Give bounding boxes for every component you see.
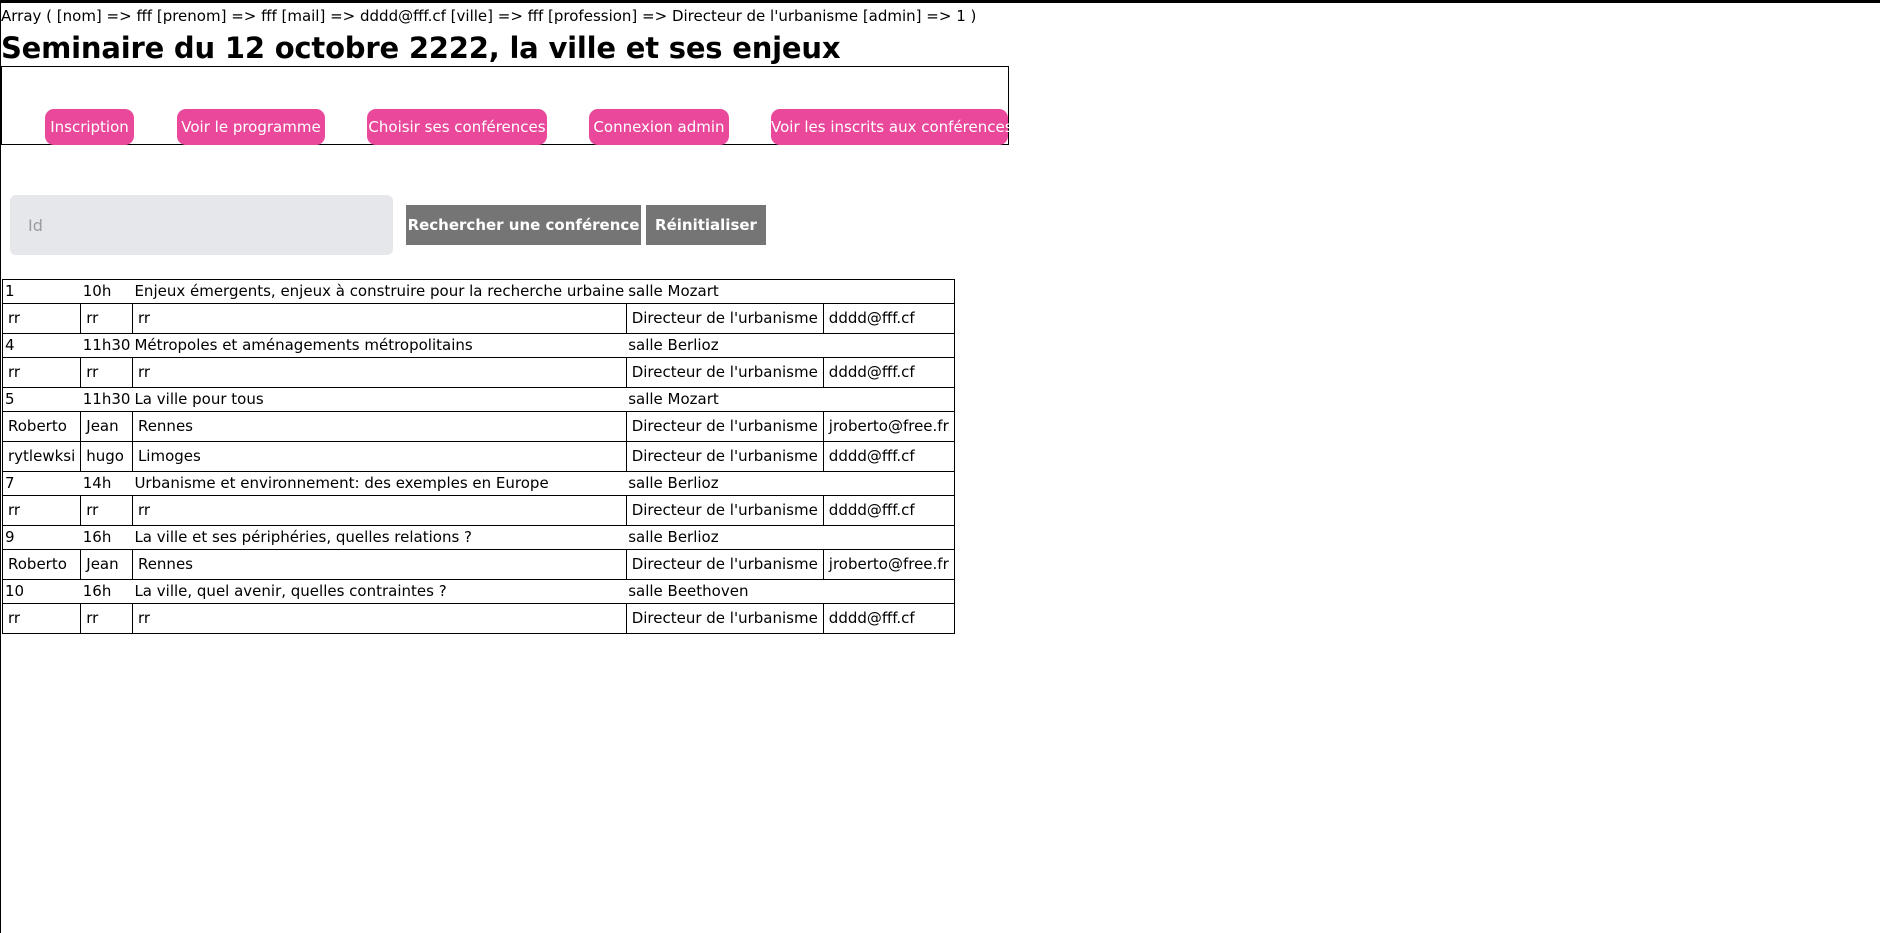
participant-mail: dddd@fff.cf	[822, 603, 955, 634]
conference-row: 4 11h30 Métropoles et aménagements métropo…	[2, 333, 955, 358]
conference-room: salle Mozart	[628, 390, 719, 408]
participant-profession: Directeur de l'urbanisme	[625, 549, 824, 580]
participant-mail: dddd@fff.cf	[822, 441, 955, 472]
participant-mail: dddd@fff.cf	[822, 495, 955, 526]
conference-room: salle Mozart	[628, 282, 719, 300]
participant-mail: jroberto@free.fr	[822, 411, 955, 442]
conference-id: 4	[5, 336, 15, 354]
conference-row: 10 16h La ville, quel avenir, quelles cont…	[2, 579, 955, 604]
participant-row: rr rr rr Directeur de l'urbanisme dddd@fff.c…	[1, 303, 955, 334]
participant-nom: rr	[1, 603, 82, 634]
search-input[interactable]	[10, 195, 393, 255]
participant-ville: rr	[131, 357, 627, 388]
participant-nom: rr	[1, 495, 82, 526]
conference-title: Enjeux émergents, enjeux à construire po…	[134, 282, 625, 300]
conference-time: 16h	[82, 582, 112, 600]
participant-prenom: Jean	[80, 549, 133, 580]
conference-id: 1	[5, 282, 15, 300]
conference-time: 14h	[82, 474, 112, 492]
conference-row: 1 10h Enjeux émergents, enjeux à construir…	[2, 279, 955, 304]
connexion-admin-button[interactable]: Connexion admin	[589, 109, 729, 145]
conference-title: La ville pour tous	[134, 390, 264, 408]
debug-output: Array ( [nom] => fff [prenom] => fff [ma…	[1, 7, 977, 25]
participant-nom: rytlewksi	[1, 441, 82, 472]
participant-prenom: Jean	[80, 411, 133, 442]
conference-time: 16h	[82, 528, 112, 546]
participant-profession: Directeur de l'urbanisme	[625, 441, 824, 472]
participant-ville: rr	[131, 303, 627, 334]
conference-id: 7	[5, 474, 15, 492]
conference-title: Métropoles et aménagements métropolitain…	[134, 336, 473, 354]
participant-nom: Roberto	[1, 411, 82, 442]
participant-ville: Rennes	[131, 549, 627, 580]
participant-row: rr rr rr Directeur de l'urbanisme dddd@fff.c…	[1, 495, 955, 526]
reset-button[interactable]: Réinitialiser	[646, 205, 766, 245]
conference-id: 10	[5, 582, 25, 600]
participant-profession: Directeur de l'urbanisme	[625, 495, 824, 526]
programme-button[interactable]: Voir le programme	[177, 109, 325, 145]
participant-mail: dddd@fff.cf	[822, 357, 955, 388]
participant-mail: jroberto@free.fr	[822, 549, 955, 580]
conference-room: salle Berlioz	[628, 528, 719, 546]
conference-id: 9	[5, 528, 15, 546]
participant-row: Roberto Jean Rennes Directeur de l'urbanism…	[1, 549, 955, 580]
participant-profession: Directeur de l'urbanisme	[625, 303, 824, 334]
conference-title: Urbanisme et environnement: des exemples…	[134, 474, 549, 492]
conference-id: 5	[5, 390, 15, 408]
conference-row: 5 11h30 La ville pour tous salle Mozart	[2, 387, 955, 412]
conference-row: 7 14h Urbanisme et environnement: des exem…	[2, 471, 955, 496]
conference-time: 11h30	[82, 336, 131, 354]
participant-prenom: rr	[80, 357, 133, 388]
conference-row: 9 16h La ville et ses périphéries, quelles…	[2, 525, 955, 550]
participant-ville: rr	[131, 603, 627, 634]
choisir-conferences-button[interactable]: Choisir ses conférences	[367, 109, 547, 145]
participant-row: rytlewksi hugo Limoges Directeur de l'urban…	[1, 441, 955, 472]
conference-room: salle Berlioz	[628, 474, 719, 492]
participant-nom: Roberto	[1, 549, 82, 580]
page-title: Seminaire du 12 octobre 2222, la ville e…	[1, 31, 841, 65]
participant-nom: rr	[1, 357, 82, 388]
participant-ville: Limoges	[131, 441, 627, 472]
participant-ville: rr	[131, 495, 627, 526]
conference-time: 11h30	[82, 390, 131, 408]
conference-title: La ville et ses périphéries, quelles rel…	[134, 528, 473, 546]
participant-mail: dddd@fff.cf	[822, 303, 955, 334]
nav-bar: Inscription Voir le programme Choisir se…	[1, 66, 1013, 145]
conference-room: salle Beethoven	[628, 582, 749, 600]
participant-profession: Directeur de l'urbanisme	[625, 411, 824, 442]
participant-row: rr rr rr Directeur de l'urbanisme dddd@fff.c…	[1, 357, 955, 388]
search-button[interactable]: Rechercher une conférence	[406, 205, 641, 245]
participant-profession: Directeur de l'urbanisme	[625, 603, 824, 634]
participant-ville: Rennes	[131, 411, 627, 442]
voir-inscrits-button[interactable]: Voir les inscrits aux conférences	[771, 109, 1013, 145]
conferences-table: 1 10h Enjeux émergents, enjeux à construir…	[1, 279, 955, 634]
conference-time: 10h	[82, 282, 112, 300]
participant-row: rr rr rr Directeur de l'urbanisme dddd@fff.c…	[1, 603, 955, 634]
conference-room: salle Berlioz	[628, 336, 719, 354]
participant-row: Roberto Jean Rennes Directeur de l'urbanism…	[1, 411, 955, 442]
participant-profession: Directeur de l'urbanisme	[625, 357, 824, 388]
participant-prenom: rr	[80, 495, 133, 526]
participant-prenom: rr	[80, 303, 133, 334]
conference-title: La ville, quel avenir, quelles contraint…	[134, 582, 447, 600]
participant-nom: rr	[1, 303, 82, 334]
participant-prenom: rr	[80, 603, 133, 634]
participant-prenom: hugo	[80, 441, 133, 472]
inscription-button[interactable]: Inscription	[45, 109, 134, 145]
